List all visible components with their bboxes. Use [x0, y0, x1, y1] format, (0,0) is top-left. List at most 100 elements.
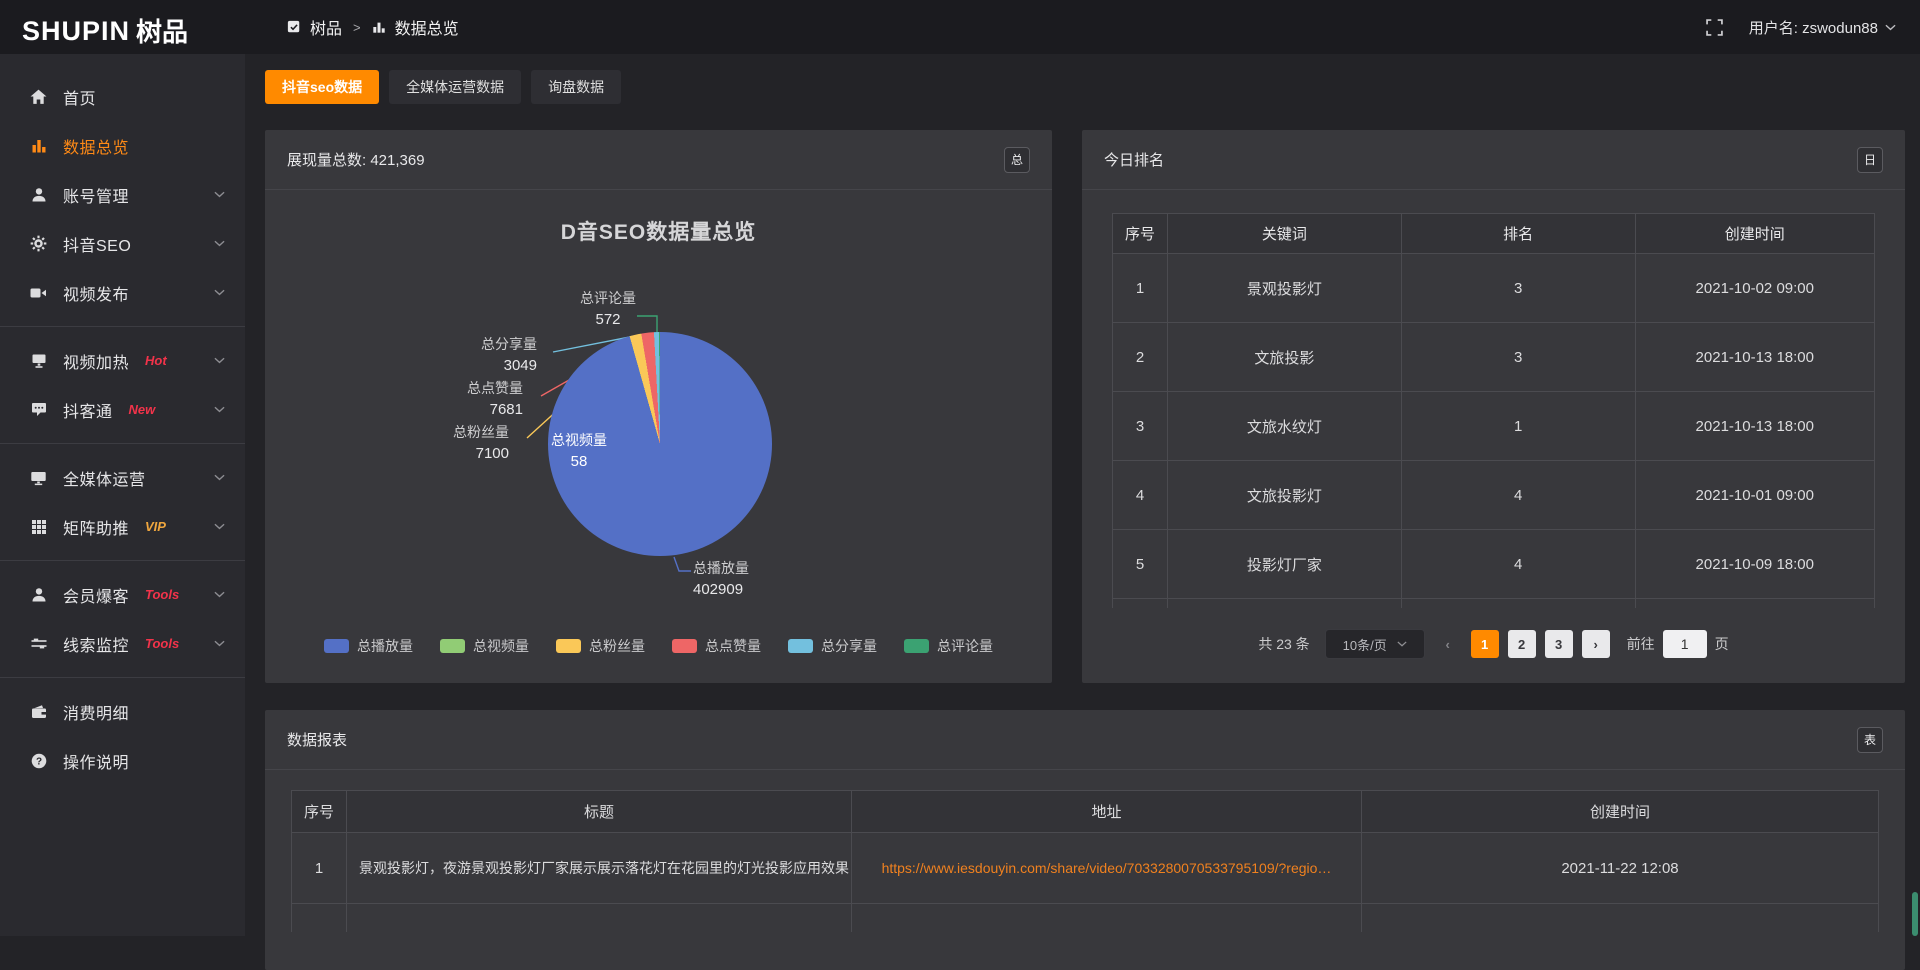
main-content: 抖音seo数据 全媒体运营数据 询盘数据 展现量总数: 421,369 总 D音…: [245, 54, 1920, 936]
day-toggle-button[interactable]: 日: [1857, 147, 1883, 173]
cell-index: 5: [1113, 530, 1168, 599]
sidebar-item-instructions[interactable]: ? 操作说明: [0, 736, 245, 785]
pagination-total: 共 23 条: [1258, 634, 1309, 654]
tools-badge: Tools: [145, 587, 179, 602]
video-link[interactable]: https://www.iesdouyin.com/share/video/70…: [882, 860, 1332, 876]
rank-row: 2 文旅投影 3 2021-10-13 18:00: [1113, 323, 1874, 392]
sidebar-item-member-burst[interactable]: 会员爆客 Tools: [0, 570, 245, 619]
gear-icon: [29, 235, 48, 252]
cell-index: 1: [292, 833, 347, 904]
report-row: 1 景观投影灯，夜游景观投影灯厂家展示展示落花灯在花园里的灯光投影应用效果 # …: [292, 833, 1878, 904]
tab-douyin-seo-data[interactable]: 抖音seo数据: [265, 70, 379, 104]
chevron-down-icon: [214, 640, 225, 647]
scrollbar-thumb[interactable]: [1912, 892, 1918, 936]
impressions-total: 展现量总数: 421,369: [287, 149, 425, 170]
user-menu[interactable]: 用户名: zswodun88: [1749, 17, 1896, 38]
legend-item-shares[interactable]: 总分享量: [788, 636, 877, 656]
tools-badge: Tools: [145, 636, 179, 651]
col-url: 地址: [852, 791, 1362, 833]
sidebar-item-lead-monitor[interactable]: 线索监控 Tools: [0, 619, 245, 668]
table-toggle-button[interactable]: 表: [1857, 727, 1883, 753]
next-page-button[interactable]: ›: [1582, 630, 1610, 658]
pie-label-videos: 总视频量58: [533, 430, 625, 472]
pie-chart: D音SEO数据量总览 总评论量572 总分享量3049 总点赞量7681: [265, 190, 1052, 682]
cell-keyword: 文旅水纹灯: [1168, 392, 1402, 461]
sidebar-item-label: 抖音SEO: [63, 232, 131, 256]
page-button-1[interactable]: 1: [1471, 630, 1499, 658]
new-badge: New: [129, 402, 156, 417]
total-toggle-button[interactable]: 总: [1004, 147, 1030, 173]
page-button-3[interactable]: 3: [1545, 630, 1573, 658]
legend-item-comments[interactable]: 总评论量: [904, 636, 993, 656]
sidebar-item-label: 会员爆客: [63, 583, 129, 607]
rank-table-header: 序号 关键词 排名 创建时间: [1113, 214, 1874, 254]
pie-label-fans: 总粉丝量7100: [405, 422, 521, 464]
breadcrumb-current[interactable]: 数据总览: [395, 15, 459, 39]
page-size-select[interactable]: 10条/页: [1325, 629, 1425, 659]
sidebar-item-video-publish[interactable]: 视频发布: [0, 268, 245, 317]
page-button-2[interactable]: 2: [1508, 630, 1536, 658]
cell-keyword: 文旅投影: [1168, 323, 1402, 392]
sidebar-divider: [0, 326, 245, 327]
legend-item-fans[interactable]: 总粉丝量: [556, 636, 645, 656]
cell-index: 3: [1113, 392, 1168, 461]
home-icon: [29, 88, 48, 105]
goto-label: 前往: [1627, 634, 1655, 654]
chevron-down-icon: [1397, 641, 1407, 647]
monitor-icon: [29, 469, 48, 486]
legend-item-likes[interactable]: 总点赞量: [672, 636, 761, 656]
cell-rank: 3: [1402, 254, 1636, 323]
col-rank: 排名: [1402, 214, 1636, 254]
cell-index: 1: [1113, 254, 1168, 323]
question-circle-icon: ?: [29, 752, 48, 769]
sidebar-item-account[interactable]: 账号管理: [0, 170, 245, 219]
topbar: SHUPIN 树品 树品 > 数据总览 用户名: zswodun88: [0, 0, 1920, 54]
cell-keyword: 投影灯厂家: [1168, 530, 1402, 599]
comment-icon: [29, 401, 48, 418]
tab-inquiry-data[interactable]: 询盘数据: [531, 70, 621, 104]
report-panel-title: 数据报表: [287, 729, 347, 750]
sidebar-item-matrix-boost[interactable]: 矩阵助推 VIP: [0, 502, 245, 551]
bar-chart-icon: [29, 137, 48, 154]
sidebar-item-label: 消费明细: [63, 700, 129, 724]
tab-omnimedia-data[interactable]: 全媒体运营数据: [389, 70, 521, 104]
prev-page-button[interactable]: ‹: [1434, 630, 1462, 658]
rank-table: 序号 关键词 排名 创建时间 1 景观投影灯 3 2021-10-02 09:0…: [1112, 213, 1875, 608]
sidebar-item-home[interactable]: 首页: [0, 72, 245, 121]
cell-rank: 4: [1402, 530, 1636, 599]
col-created: 创建时间: [1636, 214, 1874, 254]
cell-rank: 1: [1402, 392, 1636, 461]
breadcrumb-root-icon: [287, 20, 301, 34]
pie-label-plays: 总播放量402909: [693, 558, 843, 600]
grid-icon: [29, 518, 48, 535]
goto-page-input[interactable]: [1663, 630, 1707, 658]
sidebar-item-omnimedia[interactable]: 全媒体运营: [0, 453, 245, 502]
breadcrumb-root[interactable]: 树品: [310, 15, 342, 39]
svg-text:?: ?: [35, 756, 41, 767]
cell-keyword: 文旅投影灯: [1168, 461, 1402, 530]
breadcrumb: 树品 > 数据总览: [287, 15, 459, 39]
sidebar-item-label: 首页: [63, 85, 96, 109]
rank-row: 1 景观投影灯 3 2021-10-02 09:00: [1113, 254, 1874, 323]
sidebar-divider: [0, 443, 245, 444]
sidebar-item-data-overview[interactable]: 数据总览: [0, 121, 245, 170]
legend-item-plays[interactable]: 总播放量: [324, 636, 413, 656]
sidebar-item-douketong[interactable]: 抖客通 New: [0, 385, 245, 434]
sidebar: 首页 数据总览 账号管理 抖音SEO 视频发布 视频加热 Hot 抖客通 New…: [0, 54, 245, 936]
rank-row: 3 文旅水纹灯 1 2021-10-13 18:00: [1113, 392, 1874, 461]
cell-created: 2021-10-01 09:00: [1636, 461, 1874, 530]
chart-legend: 总播放量 总视频量 总粉丝量 总点赞量 总分享量 总评论量: [265, 636, 1052, 656]
cell-title: 景观投影灯，夜游景观投影灯厂家展示展示落花灯在花园里的灯光投影应用效果 #: [347, 833, 852, 904]
video-camera-icon: [29, 284, 48, 301]
sidebar-item-video-heat[interactable]: 视频加热 Hot: [0, 336, 245, 385]
sidebar-item-consumption[interactable]: 消费明细: [0, 687, 245, 736]
breadcrumb-separator: >: [353, 20, 361, 35]
fullscreen-icon[interactable]: [1706, 19, 1723, 36]
chart-title: D音SEO数据量总览: [265, 216, 1052, 246]
sidebar-item-douyin-seo[interactable]: 抖音SEO: [0, 219, 245, 268]
chevron-down-icon: [214, 591, 225, 598]
col-created: 创建时间: [1362, 791, 1878, 833]
breadcrumb-current-icon: [372, 20, 386, 34]
username-label: 用户名: zswodun88: [1749, 17, 1878, 38]
legend-item-videos[interactable]: 总视频量: [440, 636, 529, 656]
